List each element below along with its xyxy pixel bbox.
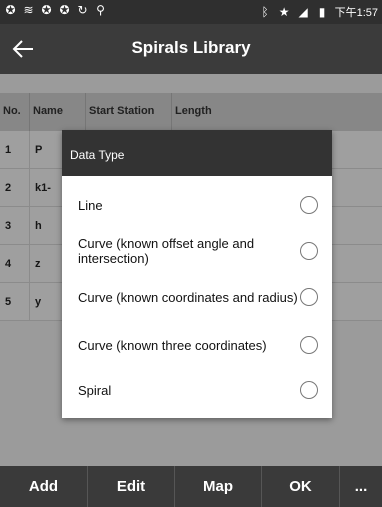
- app-bar: Spirals Library: [0, 24, 382, 74]
- notification-icon: ✪: [41, 3, 52, 17]
- radio-button[interactable]: [300, 336, 318, 354]
- status-bar: ✪ ≋ ✪ ✪ ↻ ⚲ ᛒ ★ ◢ ▮ 下午1:57: [0, 0, 382, 24]
- wifi-icon: ≋: [23, 3, 34, 17]
- signal-icon: ◢: [298, 4, 308, 19]
- status-time: 下午1:57: [334, 7, 378, 19]
- radio-button[interactable]: [300, 196, 318, 214]
- data-type-dialog: Data Type Line Curve (known offset angle…: [62, 130, 332, 418]
- radio-button[interactable]: [300, 242, 318, 260]
- dialog-title: Data Type: [62, 130, 332, 176]
- radio-button[interactable]: [300, 381, 318, 399]
- battery-icon: ▮: [318, 4, 326, 19]
- location-pin-icon: ⚲: [96, 3, 105, 17]
- option-curve-offset-angle[interactable]: Curve (known offset angle and intersecti…: [62, 230, 332, 272]
- map-button[interactable]: Map: [175, 466, 262, 507]
- notification-icon: ✪: [5, 3, 16, 17]
- notification-icons: ✪ ≋ ✪ ✪ ↻ ⚲: [4, 4, 107, 17]
- option-line[interactable]: Line: [62, 188, 332, 222]
- edit-button[interactable]: Edit: [88, 466, 175, 507]
- radio-button[interactable]: [300, 288, 318, 306]
- notification-icon: ✪: [59, 3, 70, 17]
- option-label: Curve (known three coordinates): [78, 337, 267, 353]
- option-spiral[interactable]: Spiral: [62, 372, 332, 408]
- more-button[interactable]: ...: [340, 466, 382, 507]
- system-icons: ᛒ ★ ◢ ▮ 下午1:57: [259, 4, 378, 20]
- add-button[interactable]: Add: [0, 466, 88, 507]
- option-label: Line: [78, 197, 103, 213]
- option-label: Curve (known coordinates and radius): [78, 289, 298, 305]
- option-curve-coordinates-radius[interactable]: Curve (known coordinates and radius): [62, 276, 332, 318]
- star-icon: ★: [278, 4, 290, 19]
- option-label: Spiral: [78, 382, 112, 398]
- option-curve-three-coordinates[interactable]: Curve (known three coordinates): [62, 324, 332, 366]
- bottom-toolbar: Add Edit Map OK ...: [0, 466, 382, 507]
- page-title: Spirals Library: [131, 38, 251, 57]
- option-label: Curve (known offset angle and intersecti…: [78, 236, 255, 266]
- ok-button[interactable]: OK: [262, 466, 340, 507]
- bluetooth-icon: ᛒ: [261, 4, 269, 19]
- sync-icon: ↻: [77, 3, 88, 17]
